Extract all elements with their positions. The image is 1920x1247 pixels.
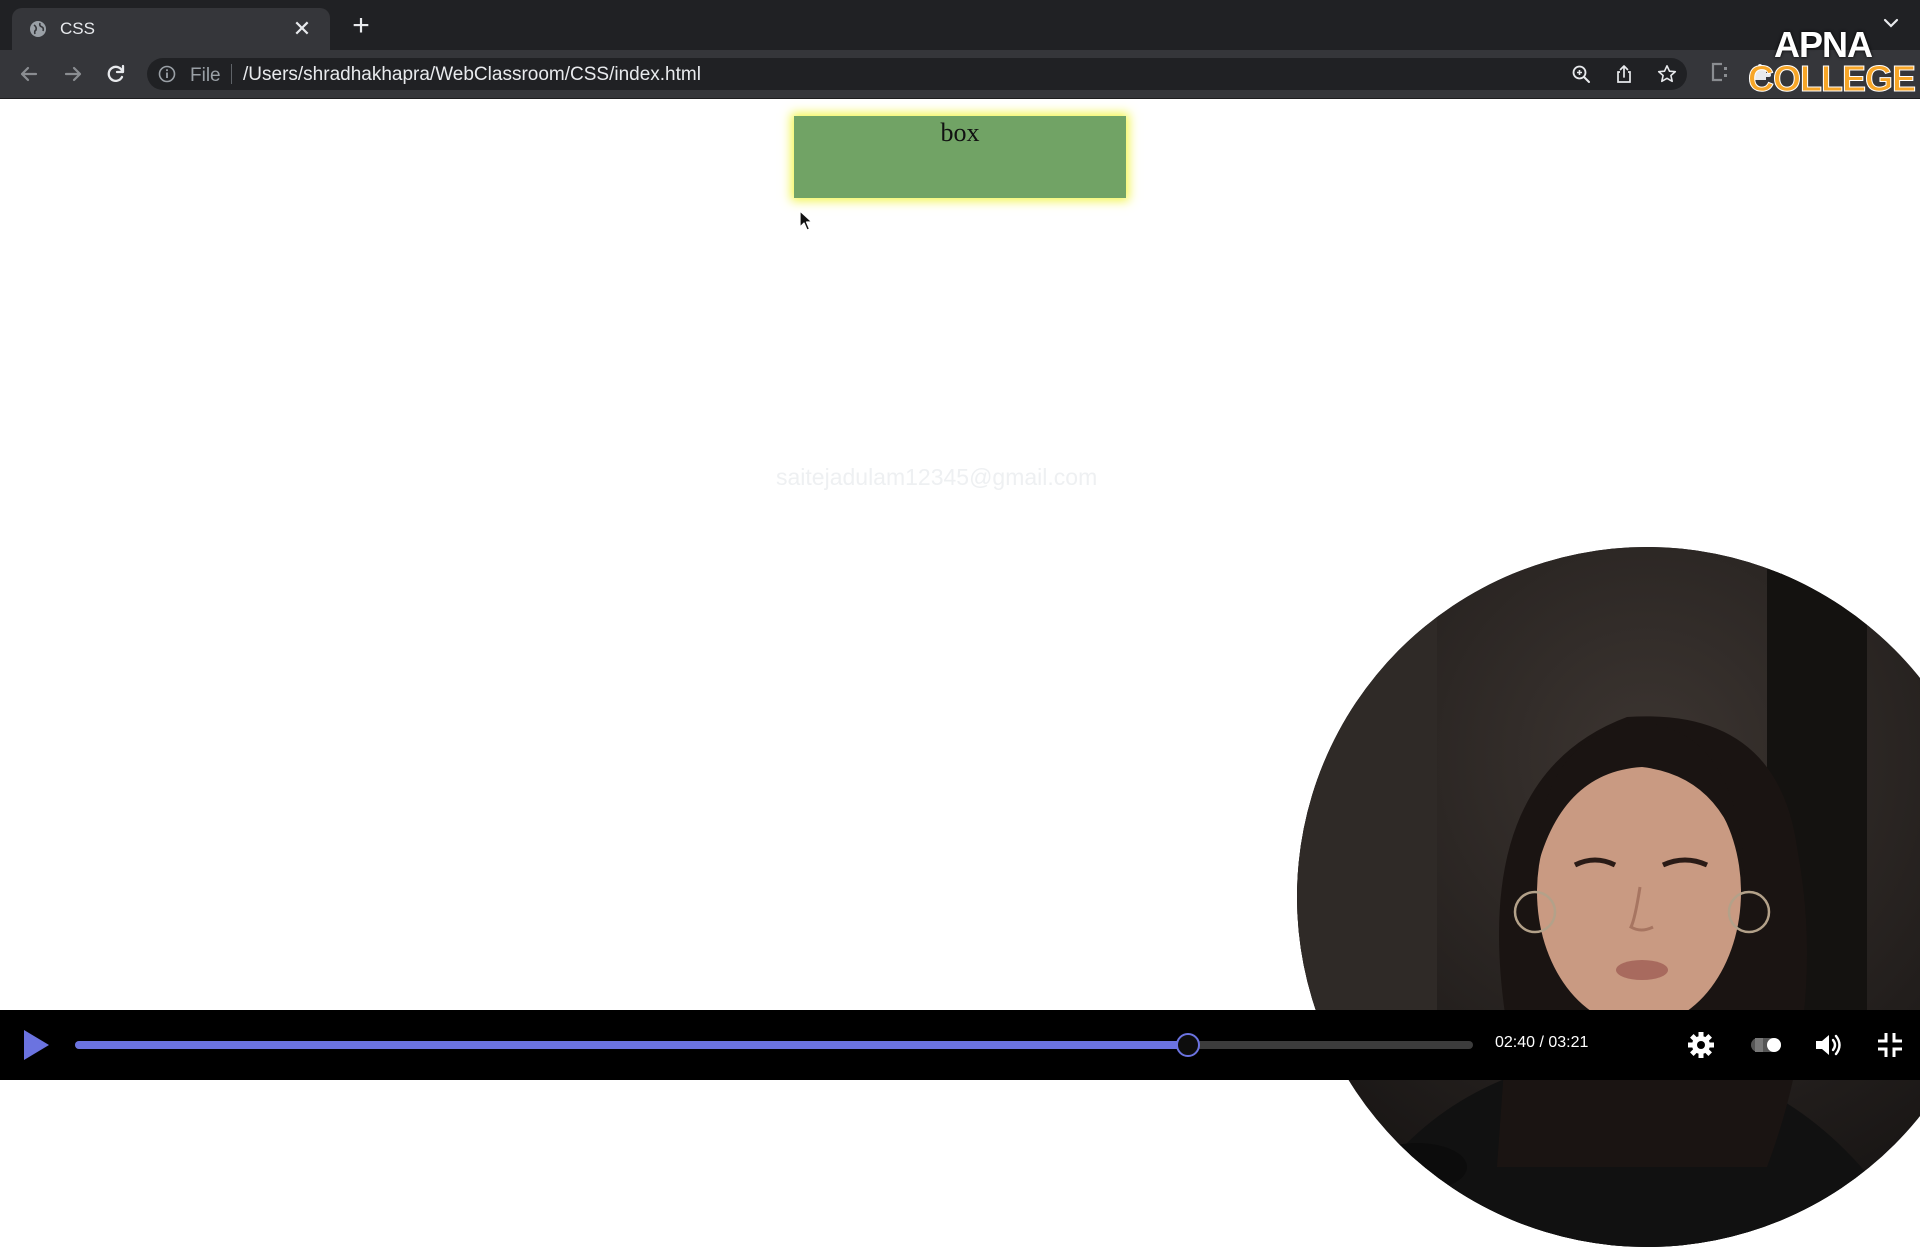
time-display: 02:40 / 03:21 bbox=[1495, 1034, 1589, 1051]
presenter-webcam bbox=[1297, 547, 1920, 1247]
reload-icon[interactable] bbox=[103, 61, 129, 87]
globe-icon bbox=[30, 21, 46, 37]
progress-fill bbox=[75, 1041, 1188, 1049]
info-icon[interactable] bbox=[158, 65, 176, 83]
presenter-video-frame bbox=[1297, 547, 1920, 1247]
tab-title: CSS bbox=[60, 19, 95, 38]
extension-icon[interactable] bbox=[1708, 61, 1730, 83]
box-label: box bbox=[940, 118, 980, 147]
address-bar[interactable]: File /Users/shradhakhapra/WebClassroom/C… bbox=[147, 58, 1687, 90]
logo-text-top: APNA bbox=[1773, 24, 1873, 65]
settings-icon[interactable] bbox=[1686, 1030, 1716, 1060]
exit-fullscreen-icon[interactable] bbox=[1875, 1030, 1905, 1060]
browser-tab[interactable]: CSS ✕ bbox=[12, 8, 330, 50]
browser-tab-bar: CSS ✕ + bbox=[0, 0, 1920, 50]
volume-icon[interactable] bbox=[1813, 1030, 1843, 1060]
forward-arrow-icon[interactable] bbox=[60, 61, 86, 87]
browser-toolbar: File /Users/shradhakhapra/WebClassroom/C… bbox=[0, 50, 1920, 99]
back-arrow-icon[interactable] bbox=[16, 61, 42, 87]
email-watermark: saitejadulam12345@gmail.com bbox=[776, 464, 1098, 490]
url-text[interactable]: /Users/shradhakhapra/WebClassroom/CSS/in… bbox=[243, 64, 701, 86]
omnibox-divider bbox=[231, 64, 232, 84]
scheme-label: File bbox=[190, 65, 221, 86]
apna-college-logo: APNA COLLEGE bbox=[1748, 24, 1917, 99]
zoom-icon[interactable] bbox=[1571, 64, 1591, 84]
new-tab-button[interactable]: + bbox=[345, 10, 377, 42]
tab-close-icon[interactable]: ✕ bbox=[290, 18, 314, 40]
share-icon[interactable] bbox=[1614, 64, 1634, 84]
mouse-cursor-icon bbox=[799, 210, 813, 231]
demo-box: box bbox=[794, 116, 1126, 198]
toggle-icon[interactable] bbox=[1749, 1030, 1783, 1060]
progress-track[interactable] bbox=[75, 1033, 1473, 1057]
play-icon[interactable] bbox=[21, 1028, 51, 1062]
logo-text-bottom: COLLEGE bbox=[1748, 58, 1917, 99]
bookmark-star-icon[interactable] bbox=[1657, 64, 1677, 84]
progress-thumb[interactable] bbox=[1175, 1033, 1200, 1057]
